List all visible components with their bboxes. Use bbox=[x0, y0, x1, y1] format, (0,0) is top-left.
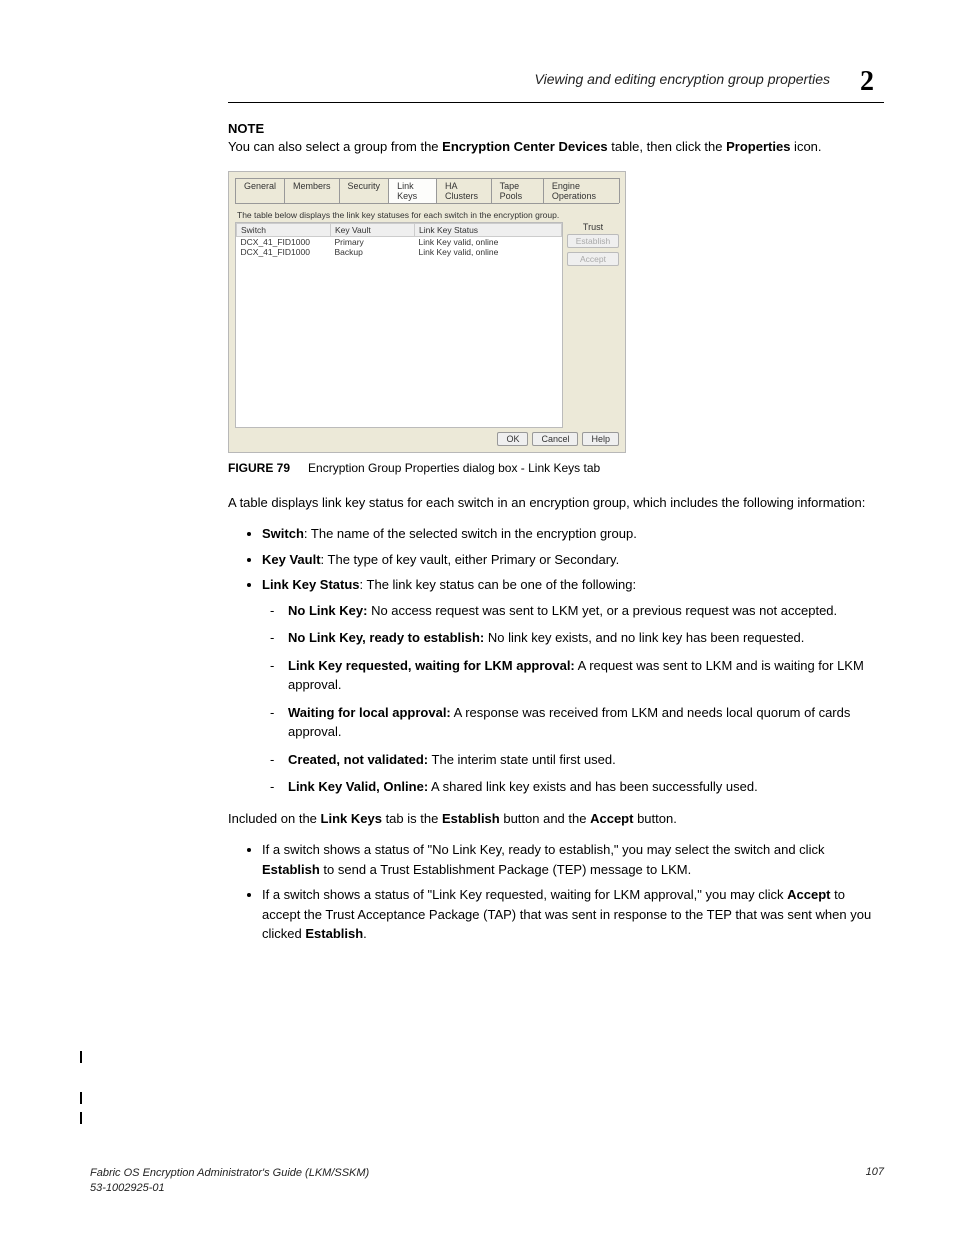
list-item: If a switch shows a status of "Link Key … bbox=[262, 885, 884, 944]
establish-button[interactable]: Establish bbox=[567, 234, 619, 248]
help-button[interactable]: Help bbox=[582, 432, 619, 446]
link-keys-table[interactable]: Switch Key Vault Link Key Status DCX_41_… bbox=[235, 222, 563, 428]
list-item: Waiting for local approval: A response w… bbox=[288, 703, 884, 742]
ok-button[interactable]: OK bbox=[497, 432, 528, 446]
page-number: 107 bbox=[866, 1166, 884, 1195]
accept-button[interactable]: Accept bbox=[567, 252, 619, 266]
list-item: No Link Key: No access request was sent … bbox=[288, 601, 884, 621]
list-item: Switch: The name of the selected switch … bbox=[262, 524, 884, 544]
note-text: You can also select a group from the Enc… bbox=[228, 138, 884, 157]
trust-label: Trust bbox=[567, 222, 619, 232]
note-label: NOTE bbox=[228, 121, 884, 136]
tab-general[interactable]: General bbox=[235, 178, 285, 203]
bullet-list: Switch: The name of the selected switch … bbox=[228, 524, 884, 797]
list-item: Link Key Status: The link key status can… bbox=[262, 575, 884, 797]
footer-title: Fabric OS Encryption Administrator's Gui… bbox=[90, 1167, 369, 1179]
list-item: Link Key requested, waiting for LKM appr… bbox=[288, 656, 884, 695]
col-link-key-status[interactable]: Link Key Status bbox=[415, 223, 562, 236]
tab-tape-pools[interactable]: Tape Pools bbox=[491, 178, 544, 203]
table-row[interactable]: DCX_41_FID1000 Primary Link Key valid, o… bbox=[237, 236, 562, 247]
chapter-number: 2 bbox=[860, 66, 874, 98]
col-switch[interactable]: Switch bbox=[237, 223, 331, 236]
list-item: Created, not validated: The interim stat… bbox=[288, 750, 884, 770]
list-item: If a switch shows a status of "No Link K… bbox=[262, 840, 884, 879]
tab-ha-clusters[interactable]: HA Clusters bbox=[436, 178, 492, 203]
bullet-list: If a switch shows a status of "No Link K… bbox=[228, 840, 884, 944]
footer-docnum: 53-1002925-01 bbox=[90, 1182, 165, 1194]
tab-link-keys[interactable]: Link Keys bbox=[388, 178, 437, 203]
list-item: Key Vault: The type of key vault, either… bbox=[262, 550, 884, 570]
table-row[interactable]: DCX_41_FID1000 Backup Link Key valid, on… bbox=[237, 247, 562, 257]
col-key-vault[interactable]: Key Vault bbox=[331, 223, 415, 236]
list-item: No Link Key, ready to establish: No link… bbox=[288, 628, 884, 648]
paragraph: Included on the Link Keys tab is the Est… bbox=[228, 809, 884, 829]
dialog-screenshot: General Members Security Link Keys HA Cl… bbox=[228, 171, 626, 453]
page-footer: Fabric OS Encryption Administrator's Gui… bbox=[90, 1166, 884, 1195]
paragraph: A table displays link key status for eac… bbox=[228, 493, 884, 513]
figure-caption: FIGURE 79Encryption Group Properties dia… bbox=[228, 461, 884, 475]
tab-members[interactable]: Members bbox=[284, 178, 340, 203]
page-header: Viewing and editing encryption group pro… bbox=[90, 60, 884, 92]
tab-security[interactable]: Security bbox=[339, 178, 390, 203]
tab-bar: General Members Security Link Keys HA Cl… bbox=[235, 178, 619, 204]
section-title: Viewing and editing encryption group pro… bbox=[535, 71, 831, 87]
tab-engine-operations[interactable]: Engine Operations bbox=[543, 178, 620, 203]
list-item: Link Key Valid, Online: A shared link ke… bbox=[288, 777, 884, 797]
cancel-button[interactable]: Cancel bbox=[532, 432, 578, 446]
table-description: The table below displays the link key st… bbox=[235, 208, 619, 222]
